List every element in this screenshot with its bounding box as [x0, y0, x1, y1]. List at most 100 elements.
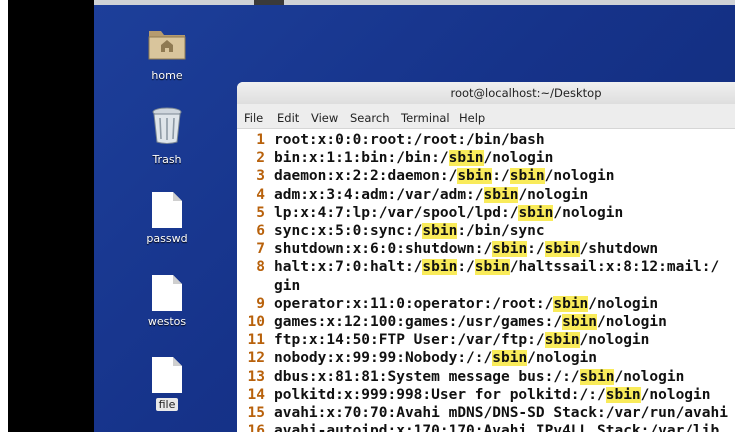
line-number: 12 [247, 350, 265, 367]
document-icon [152, 275, 182, 311]
line-text: /nologin [544, 168, 615, 185]
line-text: :/ [457, 259, 475, 276]
menu-help[interactable]: Help [459, 111, 485, 125]
desktop-icon-trash[interactable]: Trash [127, 107, 207, 166]
terminal-line: 11 ftp:x:14:50:FTP User:/var/ftp:/sbin/no… [237, 331, 649, 349]
line-number: 5 [256, 204, 265, 221]
terminal-line: 12 nobody:x:99:99:Nobody:/:/sbin/nologin [237, 349, 597, 367]
line-number: 1 [256, 132, 265, 148]
menu-view[interactable]: View [311, 111, 338, 125]
line-text: /nologin [597, 314, 667, 330]
top-panel [94, 0, 735, 5]
search-highlight: sbin [605, 386, 641, 403]
search-highlight: sbin [518, 204, 554, 221]
line-text: gin [274, 277, 301, 294]
desktop-icon-file[interactable]: file [127, 357, 207, 412]
line-number: 15 [247, 405, 265, 421]
desktop-icon-passwd[interactable]: passwd [127, 192, 207, 245]
terminal-line: 10 games:x:12:100:games:/usr/games:/sbin/… [237, 313, 667, 331]
terminal-window[interactable]: root@localhost:~/Desktop File Edit View … [237, 82, 735, 432]
search-highlight: sbin [474, 259, 510, 276]
terminal-titlebar[interactable]: root@localhost:~/Desktop [237, 82, 735, 104]
document-icon [152, 357, 182, 393]
terminal-line: 15 avahi:x:70:70:Avahi mDNS/DNS-SD Stack:… [237, 404, 728, 422]
line-text: /haltssail:x:8:12:mail:/ [509, 259, 720, 276]
line-number: 11 [247, 332, 265, 349]
line-text: /nologin [527, 350, 598, 367]
desktop-icon-label: file [155, 398, 179, 411]
line-text: bin:x:1:1:bin:/bin:/ [274, 150, 449, 167]
line-text: /nologin [640, 386, 711, 403]
line-text: :/bin/sync [457, 223, 545, 239]
search-highlight: sbin [553, 295, 589, 312]
line-text: /nologin [588, 295, 659, 312]
search-highlight: sbin [483, 186, 519, 203]
terminal-line: 2 bin:x:1:1:bin:/bin:/sbin/nologin [237, 149, 553, 167]
line-number: 10 [247, 314, 265, 330]
terminal-content[interactable]: 1 root:x:0:0:root:/root:/bin/bash 2 bin:x:1… [237, 129, 735, 432]
search-highlight: sbin [492, 241, 528, 258]
search-highlight: sbin [422, 259, 458, 276]
window-title: root@localhost:~/Desktop [450, 86, 602, 100]
search-highlight: sbin [544, 332, 580, 349]
menu-file[interactable]: File [244, 111, 263, 125]
line-text: sync:x:5:0:sync:/ [274, 223, 423, 239]
line-text: nobody:x:99:99:Nobody:/:/ [274, 350, 493, 367]
terminal-line: 8 halt:x:7:0:halt:/sbin:/sbin/haltssail:x… [237, 258, 719, 276]
line-text: lp:x:4:7:lp:/var/spool/lpd:/ [274, 204, 519, 221]
terminal-line: 6 sync:x:5:0:sync:/sbin:/bin/sync [237, 222, 545, 240]
desktop-icon-label: home [151, 69, 183, 82]
line-number: 8 [256, 259, 265, 276]
desktop-icon-label: passwd [146, 232, 188, 245]
left-window-edge [0, 0, 8, 432]
search-highlight: sbin [562, 314, 598, 330]
terminal-line: gin [237, 277, 300, 295]
line-number: 13 [247, 368, 265, 385]
search-highlight: sbin [422, 223, 458, 239]
line-text: halt:x:7:0:halt:/ [274, 259, 423, 276]
desktop-icon-label: westos [147, 315, 187, 328]
line-number: 14 [247, 386, 265, 403]
desktop-icon-westos[interactable]: westos [127, 275, 207, 328]
line-text: daemon:x:2:2:daemon:/ [274, 168, 458, 185]
terminal-line: 3 daemon:x:2:2:daemon:/sbin:/sbin/nologin [237, 167, 614, 185]
menu-terminal[interactable]: Terminal [401, 111, 450, 125]
terminal-line: 1 root:x:0:0:root:/root:/bin/bash [237, 131, 545, 149]
background-band [8, 0, 94, 432]
menu-search[interactable]: Search [350, 111, 390, 125]
search-highlight: sbin [492, 350, 528, 367]
search-highlight: sbin [448, 150, 484, 167]
folder-icon [148, 31, 186, 60]
menu-edit[interactable]: Edit [277, 111, 299, 125]
line-text: /nologin [483, 150, 554, 167]
line-text: operator:x:11:0:operator:/root:/ [274, 295, 554, 312]
terminal-line: 7 shutdown:x:6:0:shutdown:/sbin:/sbin/shu… [237, 240, 658, 258]
line-number: 3 [256, 168, 265, 185]
line-text: :/ [527, 241, 545, 258]
line-number: 7 [256, 241, 265, 258]
terminal-line: 4 adm:x:3:4:adm:/var/adm:/sbin/nologin [237, 186, 588, 204]
line-text: dbus:x:81:81:System message bus:/:/ [274, 368, 580, 385]
terminal-line: 9 operator:x:11:0:operator:/root:/sbin/no… [237, 295, 658, 313]
document-icon [152, 192, 182, 228]
line-text: /nologin [614, 368, 685, 385]
line-text: games:x:12:100:games:/usr/games:/ [274, 314, 563, 330]
line-text: ftp:x:14:50:FTP User:/var/ftp:/ [274, 332, 545, 349]
terminal-line: 14 polkitd:x:999:998:User for polkitd:/:/… [237, 386, 711, 404]
line-text: adm:x:3:4:adm:/var/adm:/ [274, 186, 484, 203]
terminal-line: 13 dbus:x:81:81:System message bus:/:/sbi… [237, 368, 684, 386]
line-text: avahi-autoipd:x:170:170:Avahi IPv4LL Sta… [274, 423, 720, 432]
top-panel-tab [254, 0, 284, 5]
line-number: 6 [256, 223, 265, 239]
line-number: 2 [256, 150, 265, 167]
desktop-icon-home[interactable]: home [127, 25, 207, 82]
terminal-line: 5 lp:x:4:7:lp:/var/spool/lpd:/sbin/nologi… [237, 204, 623, 222]
line-number: 16 [247, 423, 265, 432]
line-text: root:x:0:0:root:/root:/bin/bash [274, 132, 545, 148]
line-number: 4 [256, 186, 265, 203]
line-text: shutdown:x:6:0:shutdown:/ [274, 241, 493, 258]
search-highlight: sbin [457, 168, 493, 185]
line-text: /nologin [518, 186, 589, 203]
line-text: :/ [492, 168, 510, 185]
line-text: /shutdown [579, 241, 659, 258]
